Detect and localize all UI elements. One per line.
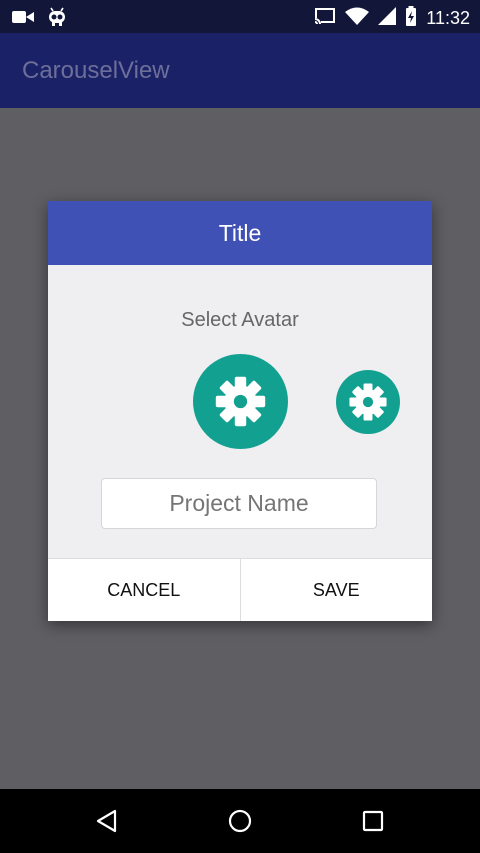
project-name-input[interactable]: Project Name (101, 478, 377, 529)
app-bar: CarouselView (0, 33, 480, 108)
gear-icon (215, 376, 266, 427)
cell-signal-icon (378, 7, 397, 30)
avatar-option-selected[interactable] (193, 354, 288, 449)
dialog-title: Title (48, 201, 432, 265)
save-button[interactable]: SAVE (241, 559, 433, 621)
cancel-button[interactable]: CANCEL (48, 559, 240, 621)
wifi-icon (345, 7, 370, 30)
home-icon[interactable] (228, 809, 252, 833)
clock: 11:32 (426, 8, 470, 28)
status-bar: 11:32 (0, 0, 480, 33)
recents-icon[interactable] (361, 809, 385, 833)
dialog-actions: CANCEL SAVE (48, 558, 432, 621)
video-camera-icon (12, 9, 34, 30)
cast-icon (314, 7, 336, 30)
navigation-bar (0, 789, 480, 853)
new-project-dialog: Title Select Avatar Project Name CANCEL … (48, 201, 432, 621)
android-debug-icon (46, 7, 68, 32)
avatar-option[interactable] (336, 370, 400, 434)
back-icon[interactable] (95, 809, 119, 833)
project-name-placeholder: Project Name (169, 490, 309, 516)
select-avatar-label: Select Avatar (181, 309, 299, 331)
battery-icon (405, 6, 417, 31)
gear-icon (349, 383, 387, 421)
app-title: CarouselView (22, 57, 170, 84)
